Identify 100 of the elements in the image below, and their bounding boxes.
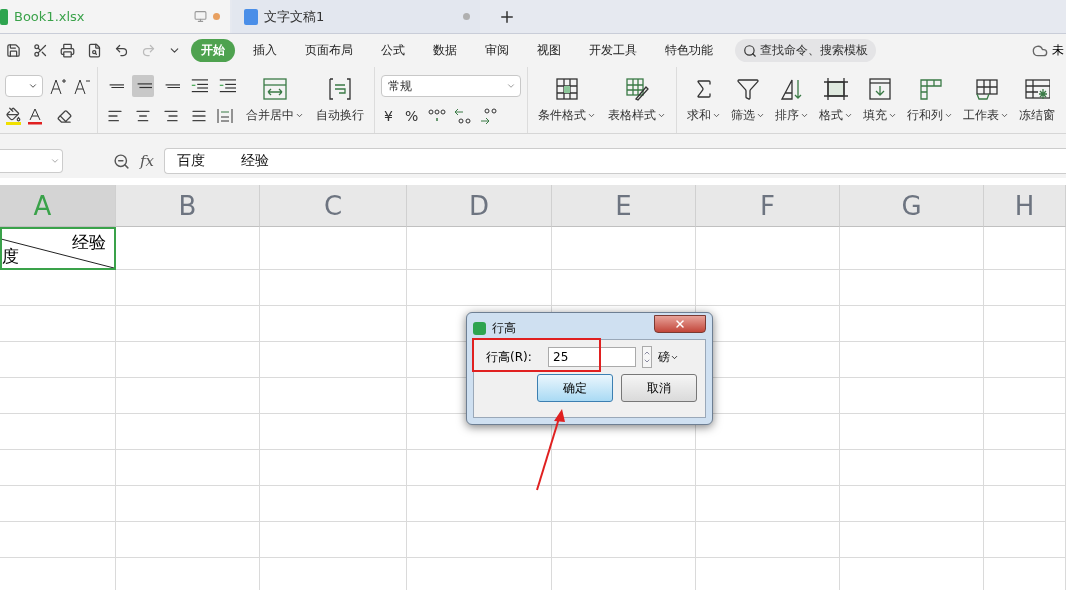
close-button[interactable] [654,315,706,333]
row-height-input[interactable]: 25 [548,347,636,367]
table-cell[interactable] [407,522,552,558]
name-box[interactable] [0,149,63,173]
align-center-icon[interactable] [135,108,151,124]
table-cell[interactable] [840,414,984,450]
table-cell[interactable] [407,486,552,522]
ribbon-button[interactable]: 求和 [683,76,725,124]
ribbon-button[interactable]: 格式 [815,76,857,124]
dialog-button[interactable]: 确定 [537,374,613,402]
table-cell[interactable] [984,486,1066,522]
table-cell[interactable] [552,270,696,306]
ribbon-button[interactable]: 排序 [771,76,813,124]
table-cell[interactable] [696,450,840,486]
decrease-decimal-icon[interactable] [479,107,500,125]
justify-icon[interactable] [191,108,207,124]
column-header[interactable]: C [260,185,407,227]
decrease-font-icon[interactable] [73,77,91,95]
table-cell[interactable] [984,522,1066,558]
table-cell[interactable] [260,378,407,414]
table-cell[interactable] [984,450,1066,486]
table-cell[interactable] [984,227,1066,270]
table-cell[interactable] [840,306,984,342]
table-cell[interactable] [840,450,984,486]
table-cell[interactable] [984,414,1066,450]
font-size-dropdown[interactable] [5,75,43,97]
selected-cell[interactable]: 经验 度 [0,227,116,270]
table-cell[interactable] [0,450,116,486]
table-cell[interactable] [984,378,1066,414]
spin-button[interactable] [642,346,652,368]
table-cell[interactable] [260,450,407,486]
zoom-icon[interactable] [113,152,130,170]
table-cell[interactable] [840,270,984,306]
increase-font-icon[interactable] [49,77,67,95]
table-cell[interactable] [116,227,260,270]
table-cell[interactable] [116,450,260,486]
font-color-icon[interactable] [27,107,43,125]
ribbon-button[interactable]: 行和列 [903,76,957,124]
table-cell[interactable] [116,522,260,558]
menu-tab[interactable]: 开发工具 [579,39,647,62]
table-cell[interactable] [116,342,260,378]
ribbon-button[interactable]: 工作表 [959,76,1013,124]
table-cell[interactable] [840,227,984,270]
menu-tab[interactable]: 审阅 [475,39,519,62]
table-cell[interactable] [116,414,260,450]
table-cell[interactable] [552,227,696,270]
table-cell[interactable] [0,522,116,558]
menu-tab[interactable]: 公式 [371,39,415,62]
table-cell[interactable] [0,342,116,378]
table-cell[interactable] [407,450,552,486]
monitor-icon[interactable] [194,10,207,23]
ribbon-button[interactable]: 条件格式 [534,76,600,124]
increase-decimal-icon[interactable] [453,107,474,125]
ribbon-button[interactable]: 表格样式 [604,76,670,124]
align-button[interactable] [132,75,154,97]
table-cell[interactable] [260,414,407,450]
table-cell[interactable] [116,378,260,414]
menu-tab[interactable]: 数据 [423,39,467,62]
table-cell[interactable] [984,270,1066,306]
table-cell[interactable] [840,522,984,558]
fill-color-icon[interactable] [6,107,21,125]
table-cell[interactable] [984,306,1066,342]
menu-tab[interactable]: 页面布局 [295,39,363,62]
dialog-button[interactable]: 取消 [621,374,697,402]
table-cell[interactable] [0,378,116,414]
table-cell[interactable] [260,522,407,558]
table-cell[interactable] [552,486,696,522]
column-header[interactable]: E [552,185,696,227]
table-cell[interactable] [984,342,1066,378]
column-header[interactable]: G [840,185,984,227]
table-cell[interactable] [0,270,116,306]
unit-dropdown[interactable]: 磅 [658,348,679,366]
table-cell[interactable] [407,227,552,270]
menu-tab[interactable]: 视图 [527,39,571,62]
clear-format-icon[interactable] [57,108,72,124]
print-icon[interactable] [60,43,75,58]
table-cell[interactable] [552,522,696,558]
ribbon-button[interactable]: 自动换行 [312,76,368,124]
distribute-icon[interactable] [216,107,234,125]
undo-icon[interactable] [114,43,129,58]
table-cell[interactable] [260,227,407,270]
table-cell[interactable] [696,270,840,306]
align-right-icon[interactable] [163,108,179,124]
table-cell[interactable] [0,486,116,522]
ribbon-button[interactable]: 冻结窗 [1015,76,1059,124]
table-cell[interactable] [260,342,407,378]
column-header[interactable]: D [407,185,552,227]
print-preview-icon[interactable] [87,43,102,58]
table-cell[interactable] [696,227,840,270]
column-header[interactable]: F [696,185,840,227]
function-label[interactable]: fx [140,152,154,170]
table-cell[interactable] [840,378,984,414]
column-header[interactable]: B [116,185,260,227]
formula-field[interactable]: 百度 经验 [164,148,1066,174]
table-cell[interactable] [116,486,260,522]
table-cell[interactable] [552,450,696,486]
table-cell[interactable] [260,270,407,306]
number-format-button[interactable]: % [401,108,422,124]
table-cell[interactable] [0,414,116,450]
menu-tab[interactable]: 特色功能 [655,39,723,62]
